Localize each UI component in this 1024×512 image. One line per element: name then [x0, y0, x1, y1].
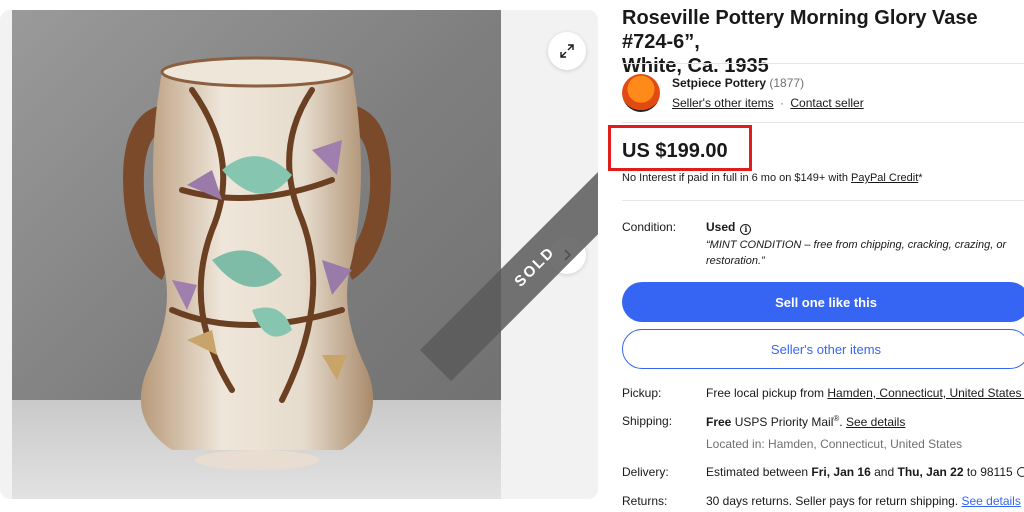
listing-details-panel: Roseville Pottery Morning Glory Vase #72… — [608, 6, 1024, 512]
pickup-label: Pickup: — [622, 386, 662, 400]
paypal-credit-link[interactable]: PayPal Credit — [851, 172, 918, 184]
seller-feedback-count[interactable]: (1877) — [769, 76, 804, 90]
condition-description: “MINT CONDITION – free from chipping, cr… — [706, 239, 1007, 267]
pickup-location-link[interactable]: Hamden, Connecticut, United States 0 — [827, 386, 1024, 400]
contact-seller-link[interactable]: Contact seller — [790, 96, 863, 110]
clock-icon[interactable] — [1016, 467, 1024, 477]
returns-value: 30 days returns. Seller pays for return … — [706, 494, 1021, 508]
seller-name[interactable]: Setpiece Pottery — [672, 76, 766, 90]
seller-avatar[interactable] — [622, 74, 660, 112]
shipping-see-details-link[interactable]: See details — [846, 415, 905, 429]
vase-photo[interactable] — [12, 10, 501, 499]
pickup-value: Free local pickup from Hamden, Connectic… — [706, 386, 1024, 400]
seller-other-items-link[interactable]: Seller's other items — [672, 96, 774, 110]
delivery-value: Estimated between Fri, Jan 16 and Thu, J… — [706, 465, 1024, 479]
sell-one-like-this-button[interactable]: Sell one like this — [622, 282, 1024, 322]
price: US $199.00 — [622, 140, 728, 162]
sold-label: SOLD — [510, 242, 559, 291]
delivery-label: Delivery: — [622, 465, 669, 479]
expand-image-button[interactable] — [548, 32, 586, 70]
shipping-value: Free USPS Priority Mail®. See details — [706, 414, 906, 429]
info-icon[interactable]: i — [740, 223, 752, 235]
returns-see-details-link[interactable]: See details — [961, 494, 1020, 508]
image-gallery: SOLD — [0, 10, 598, 499]
paypal-credit-note: No Interest if paid in full in 6 mo on $… — [622, 172, 923, 184]
divider — [622, 200, 1024, 201]
separator: · — [780, 96, 785, 110]
seller-other-items-button[interactable]: Seller's other items — [622, 329, 1024, 369]
shipping-label: Shipping: — [622, 414, 673, 428]
condition-value: Used i — [706, 220, 752, 235]
returns-label: Returns: — [622, 494, 668, 508]
seller-info: Setpiece Pottery (1877) Seller's other i… — [622, 63, 1024, 123]
condition-label: Condition: — [622, 220, 677, 234]
item-location: Located in: Hamden, Connecticut, United … — [706, 437, 963, 451]
expand-icon — [560, 44, 574, 58]
